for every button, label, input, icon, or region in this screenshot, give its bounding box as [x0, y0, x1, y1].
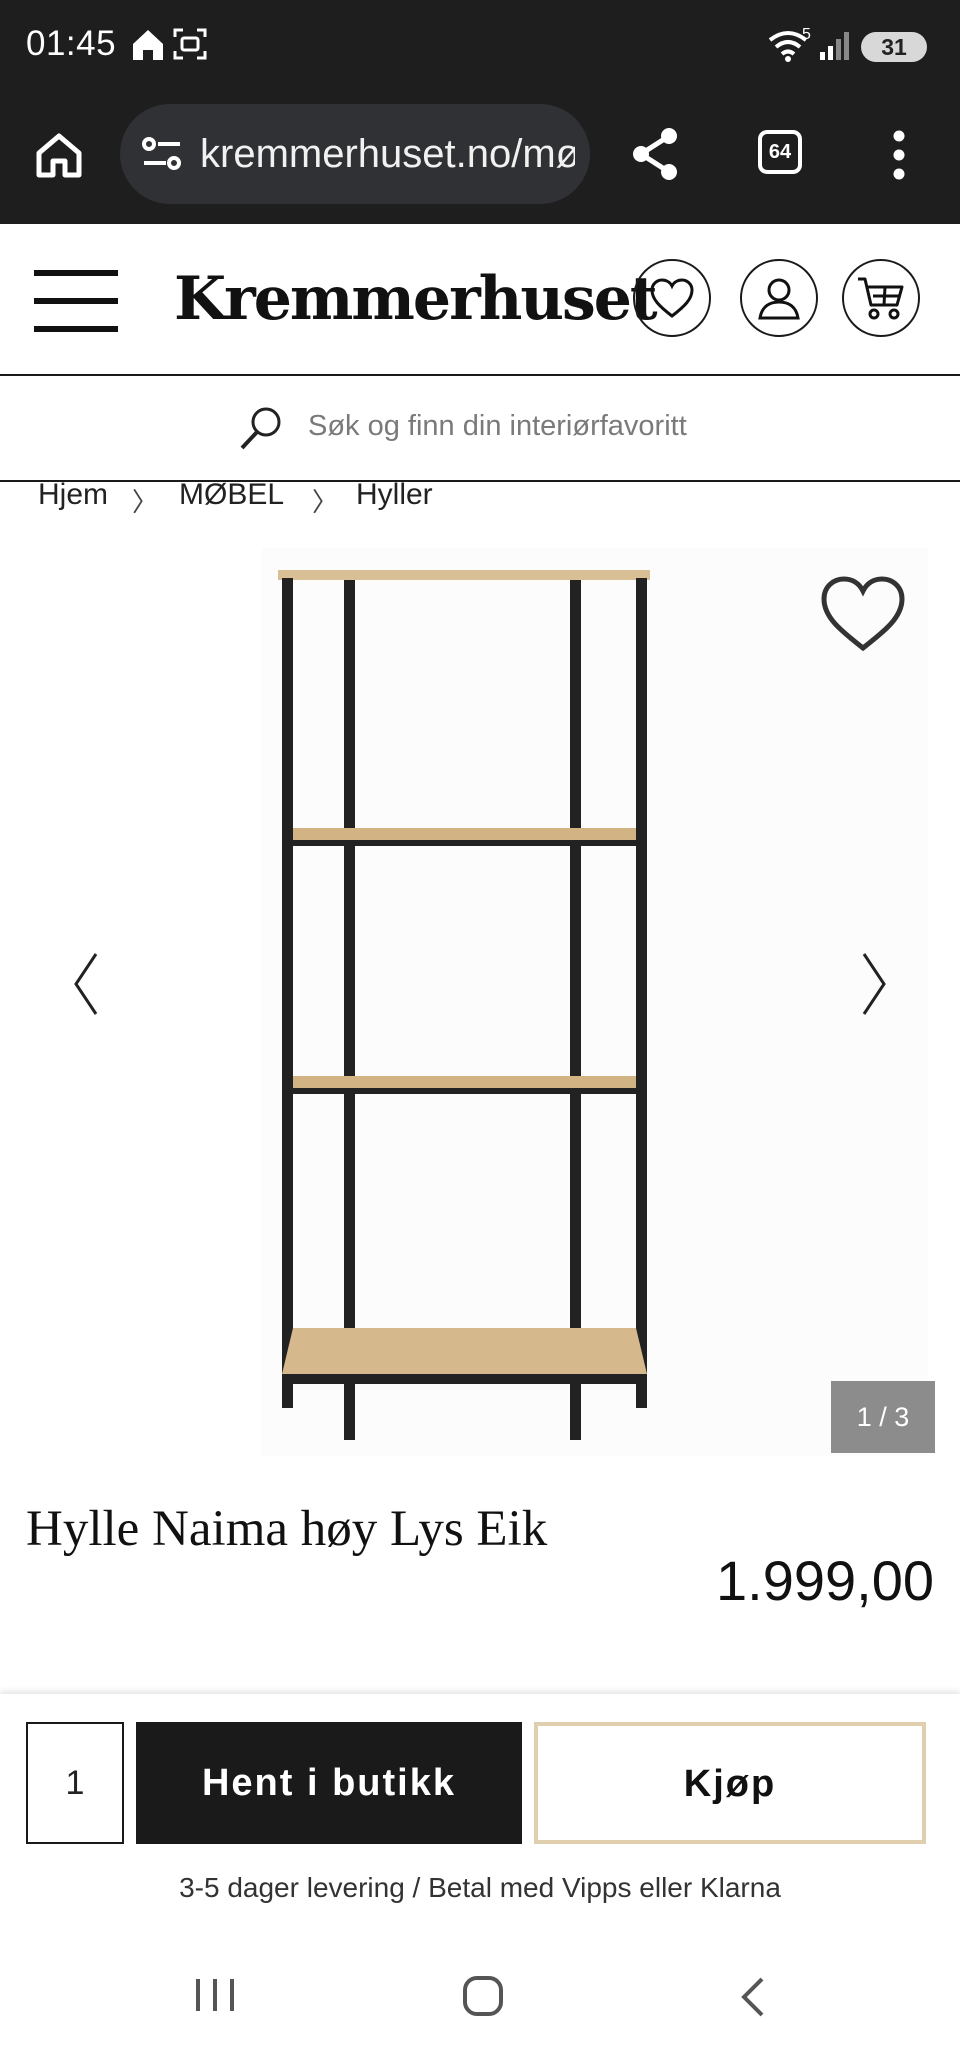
breadcrumb-separator: 〉 — [132, 487, 159, 517]
breadcrumb-hyller[interactable]: Hyller — [356, 478, 433, 512]
system-navigation-bar — [0, 1939, 960, 2059]
status-bar: 01:45 5 31 — [0, 0, 960, 92]
heart-icon — [650, 278, 694, 318]
image-counter: 1 / 3 — [831, 1381, 935, 1453]
url-bar[interactable]: kremmerhuset.no/møbel — [120, 104, 590, 204]
search-icon — [238, 404, 284, 457]
home-nav-icon[interactable] — [462, 1975, 504, 2022]
next-image-arrow-icon[interactable] — [860, 950, 888, 1023]
breadcrumb-home[interactable]: Hjem — [38, 478, 108, 512]
buy-button[interactable]: Kjøp — [534, 1722, 926, 1844]
hamburger-menu-icon[interactable] — [34, 268, 118, 339]
user-icon — [758, 278, 800, 320]
browser-toolbar: kremmerhuset.no/møbel 64 — [0, 92, 960, 224]
screenshot-status-icon — [172, 26, 208, 67]
quantity-input[interactable]: 1 — [26, 1722, 124, 1844]
breadcrumb-mobel[interactable]: MØBEL — [179, 478, 284, 512]
account-button[interactable] — [740, 259, 818, 337]
search-input[interactable]: Søk og finn din interiørfavoritt — [308, 410, 687, 443]
browser-menu-icon[interactable] — [892, 130, 906, 185]
cart-button[interactable] — [842, 259, 920, 337]
wifi-label: 5 — [802, 26, 811, 43]
product-image[interactable] — [262, 548, 928, 1456]
site-settings-icon[interactable] — [140, 134, 184, 179]
breadcrumb-separator: 〉 — [312, 487, 339, 517]
shelf-illustration — [278, 570, 650, 1440]
add-to-favorites-heart-icon[interactable] — [818, 574, 908, 659]
signal-icon — [818, 30, 852, 67]
delivery-note: 3-5 dager levering / Betal med Vipps ell… — [179, 1872, 781, 1903]
url-text: kremmerhuset.no/møbel — [200, 132, 575, 176]
share-icon[interactable] — [630, 126, 680, 187]
purchase-bar: 1 Hent i butikk Kjøp 3-5 dager levering … — [0, 1694, 960, 1939]
product-title: Hylle Naima høy Lys Eik — [26, 1501, 548, 1557]
browser-home-icon[interactable] — [34, 130, 84, 185]
search-bar[interactable]: Søk og finn din interiørfavoritt — [0, 376, 960, 482]
site-logo[interactable]: Kremmerhuset — [174, 264, 658, 334]
previous-image-arrow-icon[interactable] — [72, 950, 100, 1023]
pickup-in-store-button[interactable]: Hent i butikk — [136, 1722, 522, 1844]
tab-switcher-button[interactable]: 64 — [758, 130, 802, 174]
site-header: Kremmerhuset — [0, 226, 960, 376]
product-price: 1.999,00 — [716, 1549, 934, 1612]
battery-indicator: 31 — [861, 32, 927, 62]
back-nav-icon[interactable] — [738, 1975, 768, 2024]
status-time: 01:45 — [26, 24, 117, 63]
home-status-icon — [130, 26, 166, 69]
cart-icon — [858, 277, 904, 320]
recent-apps-icon[interactable] — [194, 1975, 236, 2020]
wishlist-button[interactable] — [633, 259, 711, 337]
